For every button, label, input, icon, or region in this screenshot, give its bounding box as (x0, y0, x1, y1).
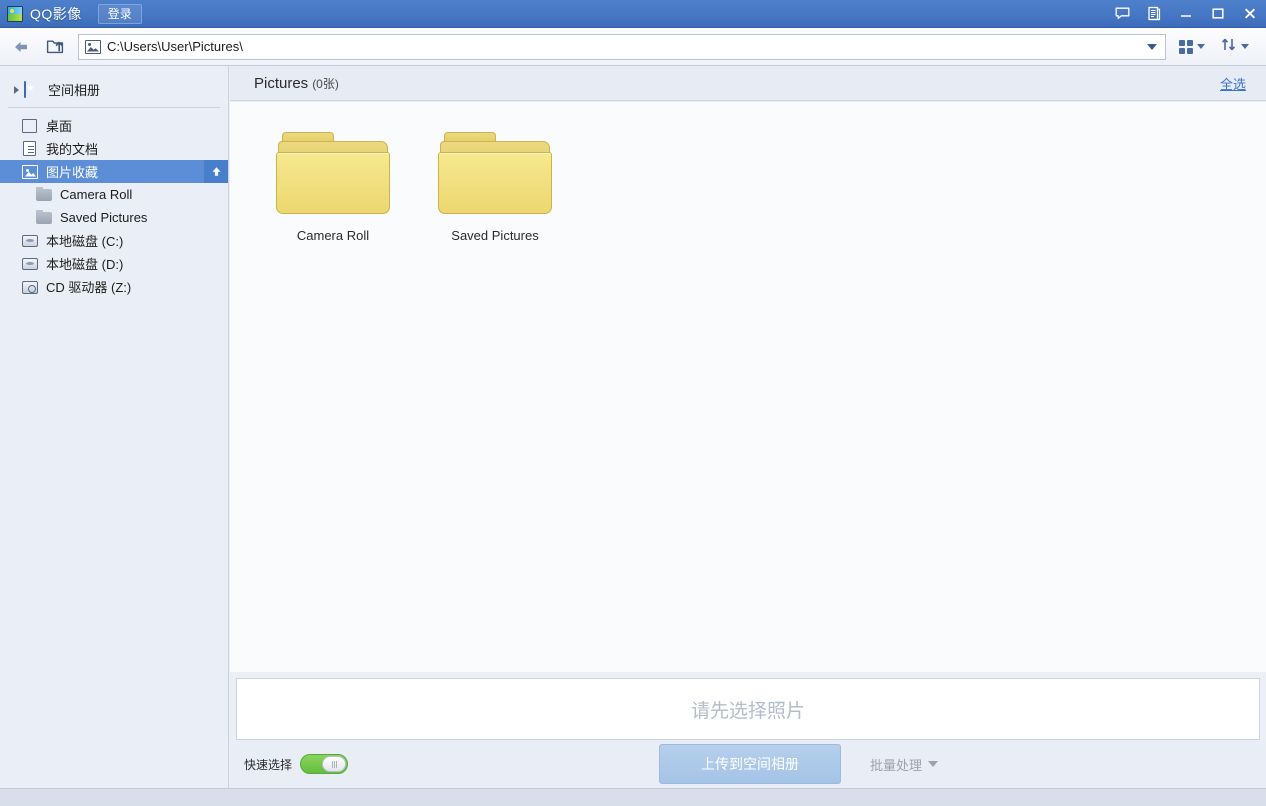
sidebar-item-label: 空间相册 (48, 83, 101, 98)
app-title: QQ影像 (30, 5, 82, 22)
drive-icon (22, 256, 40, 272)
title-bar: QQ影像 登录 (0, 0, 1266, 28)
sidebar-item-1[interactable]: 我的文档 (0, 137, 228, 160)
pictures-icon (22, 164, 40, 180)
close-icon[interactable] (1234, 0, 1266, 28)
quick-select-toggle[interactable] (300, 754, 349, 774)
cd-drive-icon (22, 279, 40, 295)
sidebar-tree: 桌面我的文档图片收藏 Camera Roll Saved Pictures 本地磁盘 … (0, 114, 228, 298)
folder-up-icon[interactable] (40, 34, 70, 60)
chevron-right-icon[interactable] (8, 85, 24, 94)
selected-photos-tray[interactable]: 请先选择照片 (236, 678, 1260, 740)
folder-icon (36, 186, 54, 203)
album-icon (24, 80, 42, 98)
address-bar[interactable]: C:\Users\User\Pictures\ (78, 33, 1166, 60)
page-title: Pictures (254, 74, 309, 92)
desktop-icon (22, 118, 40, 134)
sidebar-item-6[interactable]: 本地磁盘 (D:) (0, 252, 228, 275)
chevron-down-icon (1241, 44, 1249, 49)
upload-to-album-button[interactable]: 上传到空间相册 (659, 744, 841, 784)
batch-process-label: 批量处理 (870, 757, 923, 773)
login-button[interactable]: 登录 (97, 3, 142, 24)
address-dropdown-button[interactable] (1139, 35, 1165, 59)
content-area[interactable]: Camera Roll Saved Pictures (230, 102, 1266, 672)
sidebar-item-0[interactable]: 桌面 (0, 114, 228, 137)
sidebar-item-3[interactable]: Camera Roll (0, 183, 228, 206)
sidebar-item-label: 我的文档 (46, 142, 99, 157)
sidebar-item-5[interactable]: 本地磁盘 (C:) (0, 229, 228, 252)
up-arrow-icon[interactable] (204, 160, 228, 183)
sidebar-divider (8, 107, 220, 108)
sidebar: 空间相册 桌面我的文档图片收藏 Camera Roll Saved Pictures… (0, 66, 229, 788)
sidebar-item-label: Saved Pictures (60, 210, 148, 225)
select-all-link[interactable]: 全选 (1220, 74, 1246, 93)
sidebar-item-label: 本地磁盘 (C:) (46, 234, 124, 249)
quick-select-label: 快速选择 (244, 757, 293, 772)
sidebar-item-label: 本地磁盘 (D:) (46, 257, 124, 272)
folder-item[interactable]: Camera Roll (252, 120, 414, 270)
address-value: C:\Users\User\Pictures\ (107, 39, 243, 54)
drive-icon (22, 233, 40, 249)
folder-label: Saved Pictures (451, 228, 539, 243)
status-bar (0, 788, 1266, 806)
folder-icon (436, 128, 554, 218)
sort-button[interactable] (1214, 34, 1256, 60)
chevron-down-icon (928, 761, 939, 767)
sidebar-item-2[interactable]: 图片收藏 (0, 160, 228, 183)
folder-icon (274, 128, 392, 218)
grid-view-icon (1179, 39, 1193, 54)
folder-grid: Camera Roll Saved Pictures (230, 102, 1266, 270)
sidebar-item-cloud-album[interactable]: 空间相册 (0, 78, 228, 101)
sidebar-item-4[interactable]: Saved Pictures (0, 206, 228, 229)
sort-icon (1221, 37, 1237, 57)
back-arrow-icon[interactable] (6, 34, 36, 60)
documents-icon (22, 140, 40, 157)
qq-image-logo-icon (7, 5, 23, 22)
toolbar: C:\Users\User\Pictures\ (0, 28, 1266, 66)
sidebar-item-label: 图片收藏 (46, 165, 99, 180)
view-mode-button[interactable] (1172, 34, 1212, 60)
chevron-down-icon (1197, 44, 1205, 49)
window-controls (1106, 0, 1266, 28)
notes-icon[interactable] (1138, 0, 1170, 28)
sidebar-item-7[interactable]: CD 驱动器 (Z:) (0, 275, 228, 298)
tray-placeholder-text: 请先选择照片 (690, 700, 805, 722)
toggle-knob (322, 756, 347, 772)
maximize-icon[interactable] (1202, 0, 1234, 28)
minimize-icon[interactable] (1170, 0, 1202, 28)
picture-icon (85, 39, 101, 54)
folder-label: Camera Roll (296, 228, 370, 243)
action-bar: 快速选择 上传到空间相册 批量处理 (230, 740, 1266, 788)
sidebar-item-label: 桌面 (46, 119, 73, 134)
folder-icon (36, 209, 54, 226)
sidebar-item-label: Camera Roll (60, 187, 133, 202)
feedback-icon[interactable] (1106, 0, 1138, 28)
folder-item[interactable]: Saved Pictures (414, 120, 576, 270)
content-header: Pictures (0张) 全选 (230, 66, 1266, 101)
batch-process-button[interactable]: 批量处理 (870, 755, 939, 774)
sidebar-item-label: CD 驱动器 (Z:) (46, 280, 132, 295)
chevron-down-icon (1147, 43, 1157, 50)
item-count: (0张) (312, 76, 339, 91)
